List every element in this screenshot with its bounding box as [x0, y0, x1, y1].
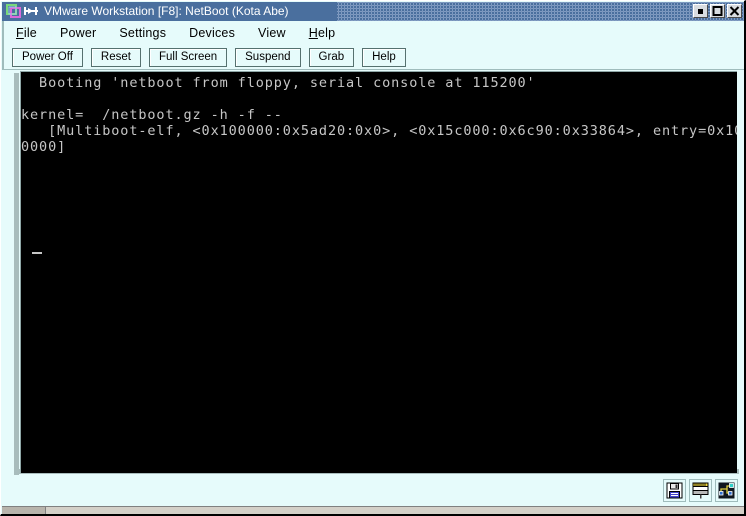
- full-screen-button[interactable]: Full Screen: [148, 47, 228, 67]
- status-bar: [4, 477, 744, 506]
- window-bottom-strip: [2, 506, 744, 514]
- vmware-window: VMware Workstation [F8]: NetBoot (Kota A…: [0, 0, 746, 516]
- suspend-button[interactable]: Suspend: [235, 47, 301, 67]
- network-icon: [718, 482, 735, 499]
- window-title: VMware Workstation [F8]: NetBoot (Kota A…: [44, 4, 289, 18]
- screenshot-root: VMware Workstation [F8]: NetBoot (Kota A…: [0, 0, 746, 516]
- power-off-button[interactable]: Power Off: [12, 47, 83, 67]
- vm-console-screen[interactable]: Booting 'netboot from floppy, serial con…: [20, 71, 737, 473]
- menu-item-file[interactable]: File: [16, 26, 37, 40]
- resize-grip[interactable]: [2, 507, 46, 514]
- window-titlebar[interactable]: VMware Workstation [F8]: NetBoot (Kota A…: [2, 2, 744, 21]
- floppy-icon: [666, 482, 683, 499]
- maximize-icon: [712, 6, 723, 16]
- close-icon: [729, 6, 740, 16]
- console-output: Booting 'netboot from floppy, serial con…: [21, 75, 737, 155]
- console-cursor: [32, 252, 42, 254]
- menu-item-help[interactable]: Help: [309, 26, 336, 40]
- vm-console-frame: Booting 'netboot from floppy, serial con…: [4, 71, 744, 475]
- console-bevel-left: [14, 73, 19, 475]
- window-menu-icon[interactable]: [24, 5, 38, 18]
- toolbar-divider: [4, 69, 744, 70]
- status-device-icons: [663, 479, 738, 502]
- menu-item-devices[interactable]: Devices: [189, 26, 235, 40]
- cdrom-icon: [692, 482, 709, 499]
- toolbar: Power Off Reset Full Screen Suspend Grab…: [2, 44, 744, 70]
- menu-item-power[interactable]: Power: [60, 26, 96, 40]
- floppy-device-indicator[interactable]: [663, 479, 686, 502]
- minimize-button[interactable]: [693, 4, 708, 18]
- window-controls: [693, 4, 742, 18]
- reset-button[interactable]: Reset: [90, 47, 141, 67]
- minimize-icon: [698, 9, 703, 14]
- maximize-button[interactable]: [710, 4, 725, 18]
- network-device-indicator[interactable]: [715, 479, 738, 502]
- menu-bar: File Power Settings Devices View Help: [2, 21, 744, 44]
- menu-item-settings[interactable]: Settings: [119, 26, 166, 40]
- grab-button[interactable]: Grab: [308, 47, 355, 67]
- vmware-logo-icon[interactable]: [6, 4, 22, 19]
- help-button[interactable]: Help: [362, 47, 406, 67]
- close-button[interactable]: [727, 4, 742, 18]
- menu-item-view[interactable]: View: [258, 26, 286, 40]
- cdrom-device-indicator[interactable]: [689, 479, 712, 502]
